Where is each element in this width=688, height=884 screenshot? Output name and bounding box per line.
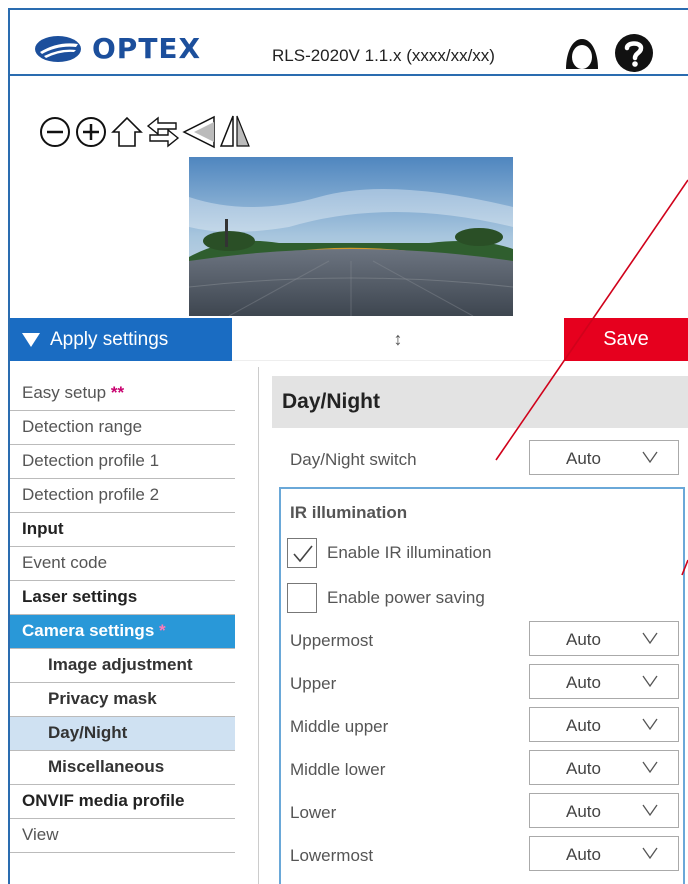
uppermost-select[interactable]: Auto: [529, 621, 679, 656]
swap-arrows-icon[interactable]: [146, 112, 180, 152]
upper-label: Upper: [290, 674, 337, 693]
middle-lower-label: Middle lower: [290, 760, 386, 779]
sidebar-item-label: Camera settings: [22, 621, 155, 640]
chevron-down-icon: [642, 804, 658, 816]
select-value: Auto: [566, 630, 601, 649]
sidebar-item-detection-profile-1[interactable]: Detection profile 1: [10, 445, 235, 479]
power-saving-checkbox[interactable]: [287, 583, 317, 613]
power-saving-label: Enable power saving: [327, 588, 485, 607]
sidebar-item-detection-profile-2[interactable]: Detection profile 2: [10, 479, 235, 513]
upper-select[interactable]: Auto: [529, 664, 679, 699]
sidebar-item-detection-range[interactable]: Detection range: [10, 411, 235, 445]
sidebar-item-easy-setup[interactable]: Easy setup **: [10, 377, 235, 411]
zoom-out-icon[interactable]: [38, 112, 72, 152]
apply-settings-label: Apply settings: [50, 328, 169, 350]
sidebar-item-event-code[interactable]: Event code: [10, 547, 235, 581]
uppermost-label: Uppermost: [290, 631, 374, 650]
enable-ir-row: Enable IR illumination: [287, 538, 491, 568]
middle-upper-label: Middle upper: [290, 717, 389, 736]
view-toolbar: [38, 112, 252, 152]
zoom-in-icon[interactable]: [74, 112, 108, 152]
sidebar-item-onvif-media-profile[interactable]: ONVIF media profile: [10, 785, 235, 819]
settings-sidebar: Easy setup ** Detection range Detection …: [10, 377, 235, 853]
sidebar-item-laser-settings[interactable]: Laser settings: [10, 581, 235, 615]
section-title: Day/Night: [272, 376, 688, 428]
sidebar-item-image-adjustment[interactable]: Image adjustment: [10, 649, 235, 683]
lower-label: Lower: [290, 803, 337, 822]
brand-logo-icon: [35, 35, 81, 62]
panel-resize-handle[interactable]: ↕: [232, 318, 564, 361]
select-value: Auto: [566, 759, 601, 778]
changed-mark: *: [159, 621, 166, 640]
power-saving-row: Enable power saving: [287, 583, 485, 613]
select-value: Auto: [566, 449, 601, 468]
required-mark: **: [110, 383, 125, 402]
sidebar-item-view[interactable]: View: [10, 819, 235, 853]
apply-settings-button[interactable]: Apply settings: [10, 318, 232, 361]
triangle-left-icon[interactable]: [182, 112, 216, 152]
ir-group-title: IR illumination: [290, 503, 408, 522]
chevron-down-icon: [642, 718, 658, 730]
model-version: RLS-2020V 1.1.x (xxxx/xx/xx): [272, 46, 495, 65]
chevron-down-icon: [642, 451, 658, 463]
chevron-down-icon: [642, 847, 658, 859]
flip-horizontal-icon[interactable]: [218, 112, 252, 152]
chevron-down-icon: [642, 761, 658, 773]
chevron-down-icon: [642, 675, 658, 687]
chevron-down-icon: [642, 632, 658, 644]
triangle-down-icon: [22, 332, 40, 347]
help-icon[interactable]: [614, 33, 654, 73]
day-night-switch-select[interactable]: Auto: [529, 440, 679, 475]
sidebar-item-miscellaneous[interactable]: Miscellaneous: [10, 751, 235, 785]
logo: OPTEX: [34, 32, 201, 65]
sidebar-item-camera-settings[interactable]: Camera settings *: [10, 615, 235, 649]
camera-preview[interactable]: [189, 157, 513, 316]
sidebar-item-input[interactable]: Input: [10, 513, 235, 547]
select-value: Auto: [566, 673, 601, 692]
checkmark-icon: [293, 545, 313, 563]
select-value: Auto: [566, 802, 601, 821]
lowermost-select[interactable]: Auto: [529, 836, 679, 871]
middle-lower-select[interactable]: Auto: [529, 750, 679, 785]
enable-ir-label: Enable IR illumination: [327, 543, 492, 562]
home-icon[interactable]: [110, 112, 144, 152]
login-icon[interactable]: [562, 33, 602, 73]
sidebar-item-day-night[interactable]: Day/Night: [10, 717, 235, 751]
day-night-panel: Day/Night: [272, 376, 688, 428]
sidebar-item-label: Easy setup: [22, 383, 107, 402]
save-button[interactable]: Save: [564, 318, 688, 361]
enable-ir-checkbox[interactable]: [287, 538, 317, 568]
lowermost-label: Lowermost: [290, 846, 374, 865]
lower-select[interactable]: Auto: [529, 793, 679, 828]
camera-preview-image: [189, 157, 513, 316]
brand-name: OPTEX: [92, 32, 202, 65]
day-night-switch-label: Day/Night switch: [290, 450, 417, 469]
header: OPTEX RLS-2020V 1.1.x (xxxx/xx/xx): [10, 10, 688, 76]
sidebar-item-privacy-mask[interactable]: Privacy mask: [10, 683, 235, 717]
select-value: Auto: [566, 845, 601, 864]
middle-upper-select[interactable]: Auto: [529, 707, 679, 742]
select-value: Auto: [566, 716, 601, 735]
panel-divider: [258, 367, 259, 884]
